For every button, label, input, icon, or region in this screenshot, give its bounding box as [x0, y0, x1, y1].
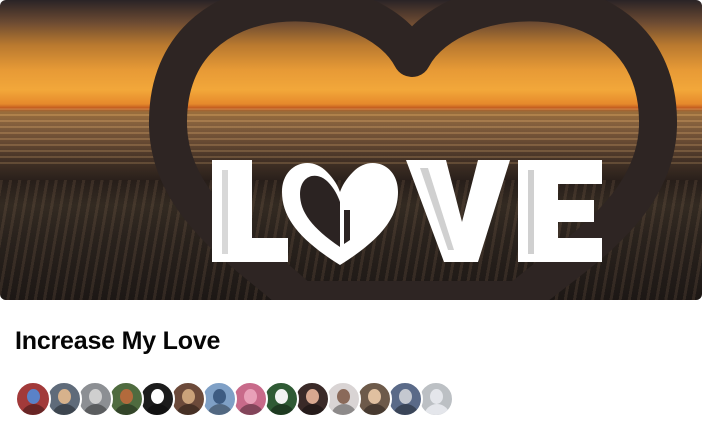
avatar-face	[213, 389, 226, 404]
avatar-face	[27, 389, 40, 404]
avatar-face	[182, 389, 195, 404]
member-avatar[interactable]	[263, 381, 299, 417]
member-avatar[interactable]	[170, 381, 206, 417]
member-avatar[interactable]	[294, 381, 330, 417]
member-avatar[interactable]	[356, 381, 392, 417]
avatar-shoulders	[176, 404, 202, 415]
avatar-face	[120, 389, 133, 404]
avatar-face	[430, 389, 443, 404]
group-name[interactable]: Increase My Love	[15, 327, 220, 356]
member-avatars-row[interactable]	[15, 381, 454, 417]
member-avatar[interactable]	[46, 381, 82, 417]
avatar-face	[244, 389, 257, 404]
avatar-shoulders	[145, 404, 171, 415]
member-avatar[interactable]	[15, 381, 51, 417]
member-avatar[interactable]	[232, 381, 268, 417]
member-avatar[interactable]	[108, 381, 144, 417]
member-avatar[interactable]	[325, 381, 361, 417]
avatar-shoulders	[83, 404, 109, 415]
avatar-shoulders	[362, 404, 388, 415]
member-avatar[interactable]	[139, 381, 175, 417]
avatar-face	[89, 389, 102, 404]
avatar-face	[399, 389, 412, 404]
avatar-face	[58, 389, 71, 404]
avatar-face	[368, 389, 381, 404]
avatar-shoulders	[114, 404, 140, 415]
avatar-face	[337, 389, 350, 404]
avatar-shoulders	[207, 404, 233, 415]
default-avatar-icon[interactable]	[418, 381, 454, 417]
member-avatar[interactable]	[77, 381, 113, 417]
member-avatar[interactable]	[387, 381, 423, 417]
love-text-graphic	[212, 160, 602, 265]
avatar-shoulders	[424, 404, 450, 415]
avatar-face	[151, 389, 164, 404]
avatar-face	[275, 389, 288, 404]
avatar-shoulders	[331, 404, 357, 415]
avatar-shoulders	[52, 404, 78, 415]
group-cover-photo[interactable]	[0, 0, 702, 300]
member-avatar[interactable]	[201, 381, 237, 417]
avatar-shoulders	[300, 404, 326, 415]
avatar-shoulders	[238, 404, 264, 415]
avatar-shoulders	[21, 404, 47, 415]
avatar-face	[306, 389, 319, 404]
avatar-shoulders	[393, 404, 419, 415]
avatar-shoulders	[269, 404, 295, 415]
